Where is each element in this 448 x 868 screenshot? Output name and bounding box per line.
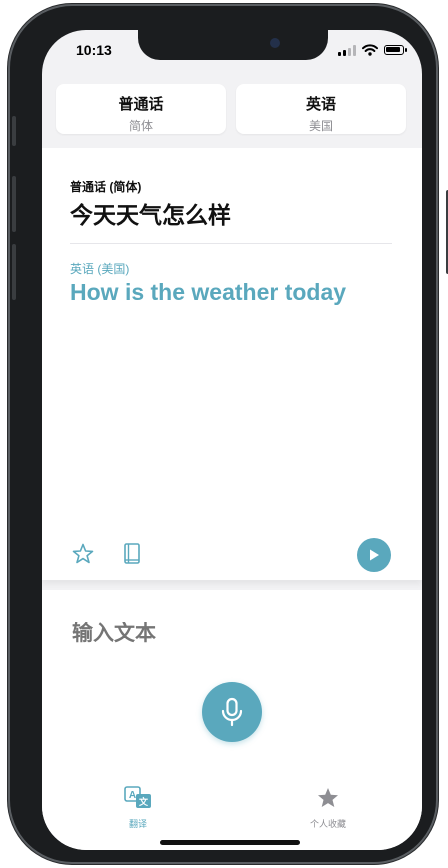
book-icon[interactable]	[122, 542, 142, 566]
translation-card: 普通话 (简体) 今天天气怎么样 英语 (美国) How is the weat…	[42, 148, 422, 580]
cellular-signal-icon	[338, 44, 356, 56]
divider	[70, 243, 392, 244]
text-input[interactable]	[72, 622, 372, 646]
home-indicator	[160, 840, 300, 845]
source-language-label: 普通话 (简体)	[70, 180, 142, 194]
source-language-name: 普通话	[118, 96, 164, 113]
play-button[interactable]	[357, 538, 391, 572]
screen: 10:13 普通话 简体 英语 美国 普通话 (简体) 今天天气怎么样 英语 (…	[42, 30, 422, 850]
target-language-button[interactable]: 英语 美国	[236, 84, 406, 134]
translate-icon: A 文	[124, 786, 151, 808]
front-camera	[270, 38, 280, 48]
microphone-icon	[221, 697, 243, 727]
star-icon[interactable]	[71, 542, 95, 566]
star-icon	[318, 788, 338, 807]
volume-up-button	[12, 176, 16, 232]
device-frame: 10:13 普通话 简体 英语 美国 普通话 (简体) 今天天气怎么样 英语 (…	[8, 4, 448, 864]
mute-switch	[12, 116, 16, 146]
battery-icon	[384, 45, 407, 55]
target-language-region: 美国	[308, 119, 333, 133]
tab-favorites[interactable]: 个人收藏	[302, 786, 354, 830]
tab-translate-label: 翻译	[128, 819, 147, 829]
svg-text:文: 文	[138, 796, 149, 808]
play-icon	[370, 549, 379, 561]
tab-favorites-label: 个人收藏	[309, 819, 346, 829]
volume-down-button	[12, 244, 16, 300]
wifi-icon	[362, 44, 378, 56]
target-language-name: 英语	[305, 96, 336, 113]
microphone-button[interactable]	[202, 682, 262, 742]
status-time: 10:13	[76, 42, 112, 58]
source-language-region: 简体	[128, 119, 153, 133]
tab-translate[interactable]: A 文 翻译	[118, 786, 158, 830]
notch	[138, 30, 328, 60]
source-language-button[interactable]: 普通话 简体	[56, 84, 226, 134]
status-icons	[338, 44, 407, 56]
translated-text: How is the weather today	[70, 279, 347, 305]
source-text: 今天天气怎么样	[70, 202, 231, 228]
svg-text:A: A	[129, 790, 136, 801]
input-area: A 文 翻译 个人收藏	[42, 590, 422, 850]
target-language-label: 英语 (美国)	[70, 262, 130, 276]
